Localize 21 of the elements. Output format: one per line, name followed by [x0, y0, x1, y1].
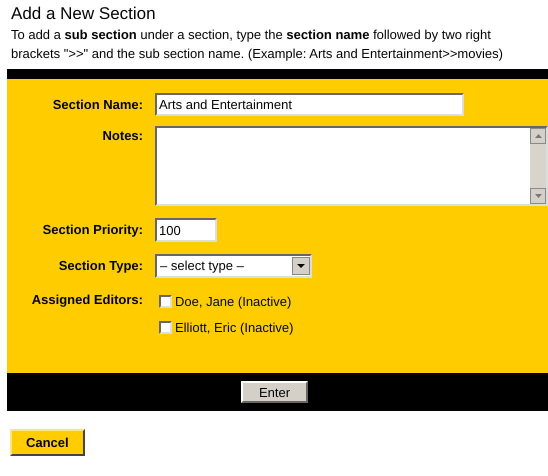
- up-arrow-icon: [534, 134, 542, 138]
- dropdown-arrow-icon: [297, 264, 305, 268]
- priority-field[interactable]: 100: [155, 218, 217, 242]
- editor-checkbox[interactable]: [159, 320, 172, 334]
- field-label: Section Name:: [52, 96, 143, 114]
- instructions: To add a sub section under a section, type the section name followed by two right brackets ">>" and the sub section name. (Example: Arts and Entertainment>>movies): [11, 26, 504, 63]
- section-type-dropdown[interactable]: – select type –: [155, 254, 312, 278]
- cancel-button[interactable]: Cancel: [10, 429, 85, 456]
- editor-name: Elliott, Eric (Inactive): [175, 318, 294, 337]
- editor-name: Doe, Jane (Inactive): [175, 293, 292, 311]
- scrollbar[interactable]: [530, 128, 546, 204]
- notes-field[interactable]: [155, 126, 548, 206]
- field-label: Section Priority:: [42, 221, 143, 240]
- page-title: Add a New Section: [11, 4, 157, 24]
- field-label: Assigned Editors:: [32, 291, 143, 309]
- section-name-field[interactable]: Arts and Entertainment: [155, 93, 464, 116]
- down-arrow-icon: [534, 194, 542, 198]
- editor-checkbox[interactable]: [159, 295, 172, 308]
- enter-button[interactable]: Enter: [240, 381, 308, 403]
- field-label: Section Type:: [58, 257, 143, 276]
- field-label: Notes:: [102, 127, 143, 145]
